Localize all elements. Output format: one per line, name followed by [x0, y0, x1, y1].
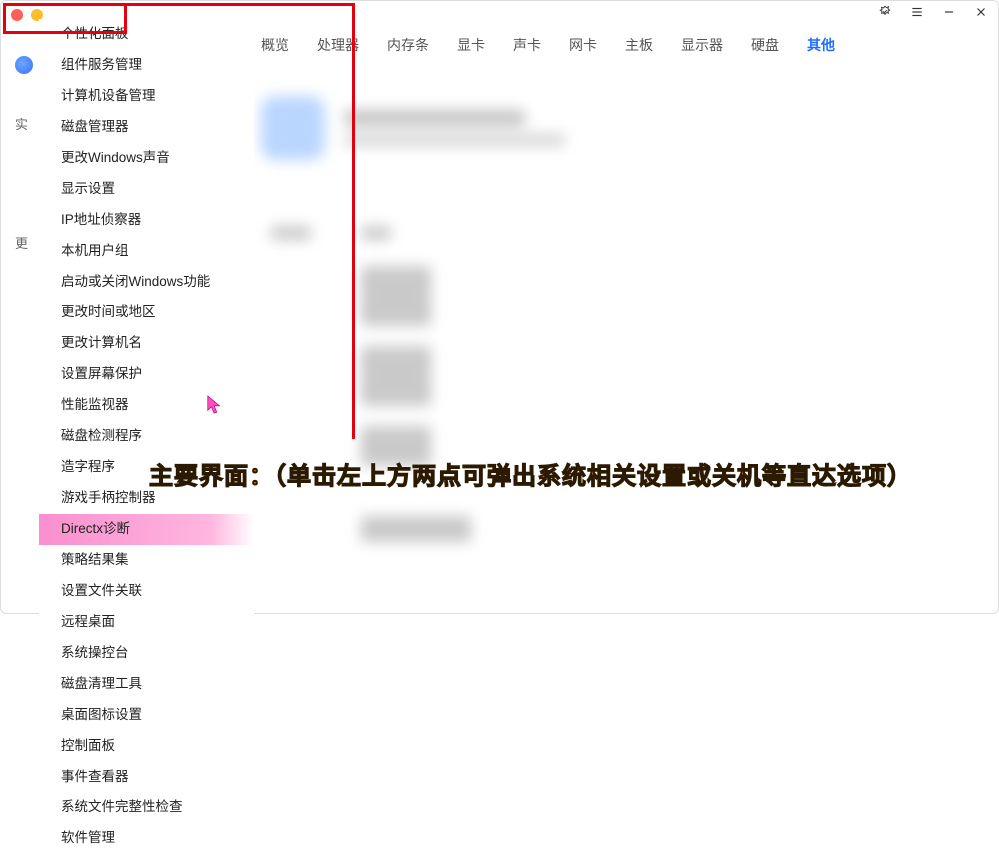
tab-9[interactable]: 其他 [807, 35, 835, 55]
tab-1[interactable]: 处理器 [317, 35, 359, 55]
app-logo-icon [15, 56, 33, 74]
menu-item-7[interactable]: 本机用户组 [39, 236, 254, 267]
menu-item-19[interactable]: 远程桌面 [39, 607, 254, 638]
left-sidebar: 实 更 [11, 36, 41, 312]
menu-item-4[interactable]: 更改Windows声音 [39, 143, 254, 174]
menu-item-0[interactable]: 个性化面板 [39, 19, 254, 50]
menu-item-21[interactable]: 磁盘清理工具 [39, 669, 254, 700]
minimize-icon[interactable] [942, 5, 956, 22]
menu-item-1[interactable]: 组件服务管理 [39, 50, 254, 81]
content-area [261, 96, 968, 583]
menu-item-22[interactable]: 桌面图标设置 [39, 700, 254, 731]
sidebar-label-2[interactable]: 更 [15, 233, 41, 252]
tab-2[interactable]: 内存条 [387, 35, 429, 55]
tab-6[interactable]: 主板 [625, 35, 653, 55]
menu-item-17[interactable]: 策略结果集 [39, 545, 254, 576]
cursor-icon [206, 394, 224, 419]
menu-item-9[interactable]: 更改时间或地区 [39, 297, 254, 328]
hamburger-icon[interactable] [910, 5, 924, 22]
menu-item-8[interactable]: 启动或关闭Windows功能 [39, 267, 254, 298]
close-icon[interactable] [974, 5, 988, 22]
info-card [261, 96, 565, 160]
menu-item-18[interactable]: 设置文件关联 [39, 576, 254, 607]
window-controls [878, 5, 988, 22]
menu-item-20[interactable]: 系统操控台 [39, 638, 254, 669]
tab-4[interactable]: 声卡 [513, 35, 541, 55]
tab-8[interactable]: 硬盘 [751, 35, 779, 55]
tab-7[interactable]: 显示器 [681, 35, 723, 55]
sidebar-label-1[interactable]: 实 [15, 114, 41, 133]
menu-item-24[interactable]: 事件查看器 [39, 762, 254, 793]
badge-icon[interactable] [878, 5, 892, 22]
annotation-text: 主要界面：（单击左上方两点可弹出系统相关设置或关机等直达选项） [149, 456, 912, 491]
tab-5[interactable]: 网卡 [569, 35, 597, 55]
menu-item-23[interactable]: 控制面板 [39, 731, 254, 762]
menu-item-5[interactable]: 显示设置 [39, 174, 254, 205]
close-dot[interactable] [11, 9, 23, 21]
menu-item-13[interactable]: 磁盘检测程序 [39, 421, 254, 452]
menu-item-16[interactable]: Directx诊断 [39, 514, 254, 545]
menu-item-26[interactable]: 软件管理 [39, 823, 254, 854]
menu-item-3[interactable]: 磁盘管理器 [39, 112, 254, 143]
tab-0[interactable]: 概览 [261, 35, 289, 55]
tab-3[interactable]: 显卡 [457, 35, 485, 55]
menu-item-6[interactable]: IP地址侦察器 [39, 205, 254, 236]
menu-item-2[interactable]: 计算机设备管理 [39, 81, 254, 112]
menu-item-10[interactable]: 更改计算机名 [39, 328, 254, 359]
menu-item-25[interactable]: 系统文件完整性检查 [39, 792, 254, 823]
menu-item-11[interactable]: 设置屏幕保护 [39, 359, 254, 390]
context-menu: 个性化面板组件服务管理计算机设备管理磁盘管理器更改Windows声音显示设置IP… [39, 19, 254, 854]
app-window: 概览 处理器 内存条 显卡 声卡 网卡 主板 显示器 硬盘 其他 实 更 个性化面板组件服务管理计… [0, 0, 999, 614]
